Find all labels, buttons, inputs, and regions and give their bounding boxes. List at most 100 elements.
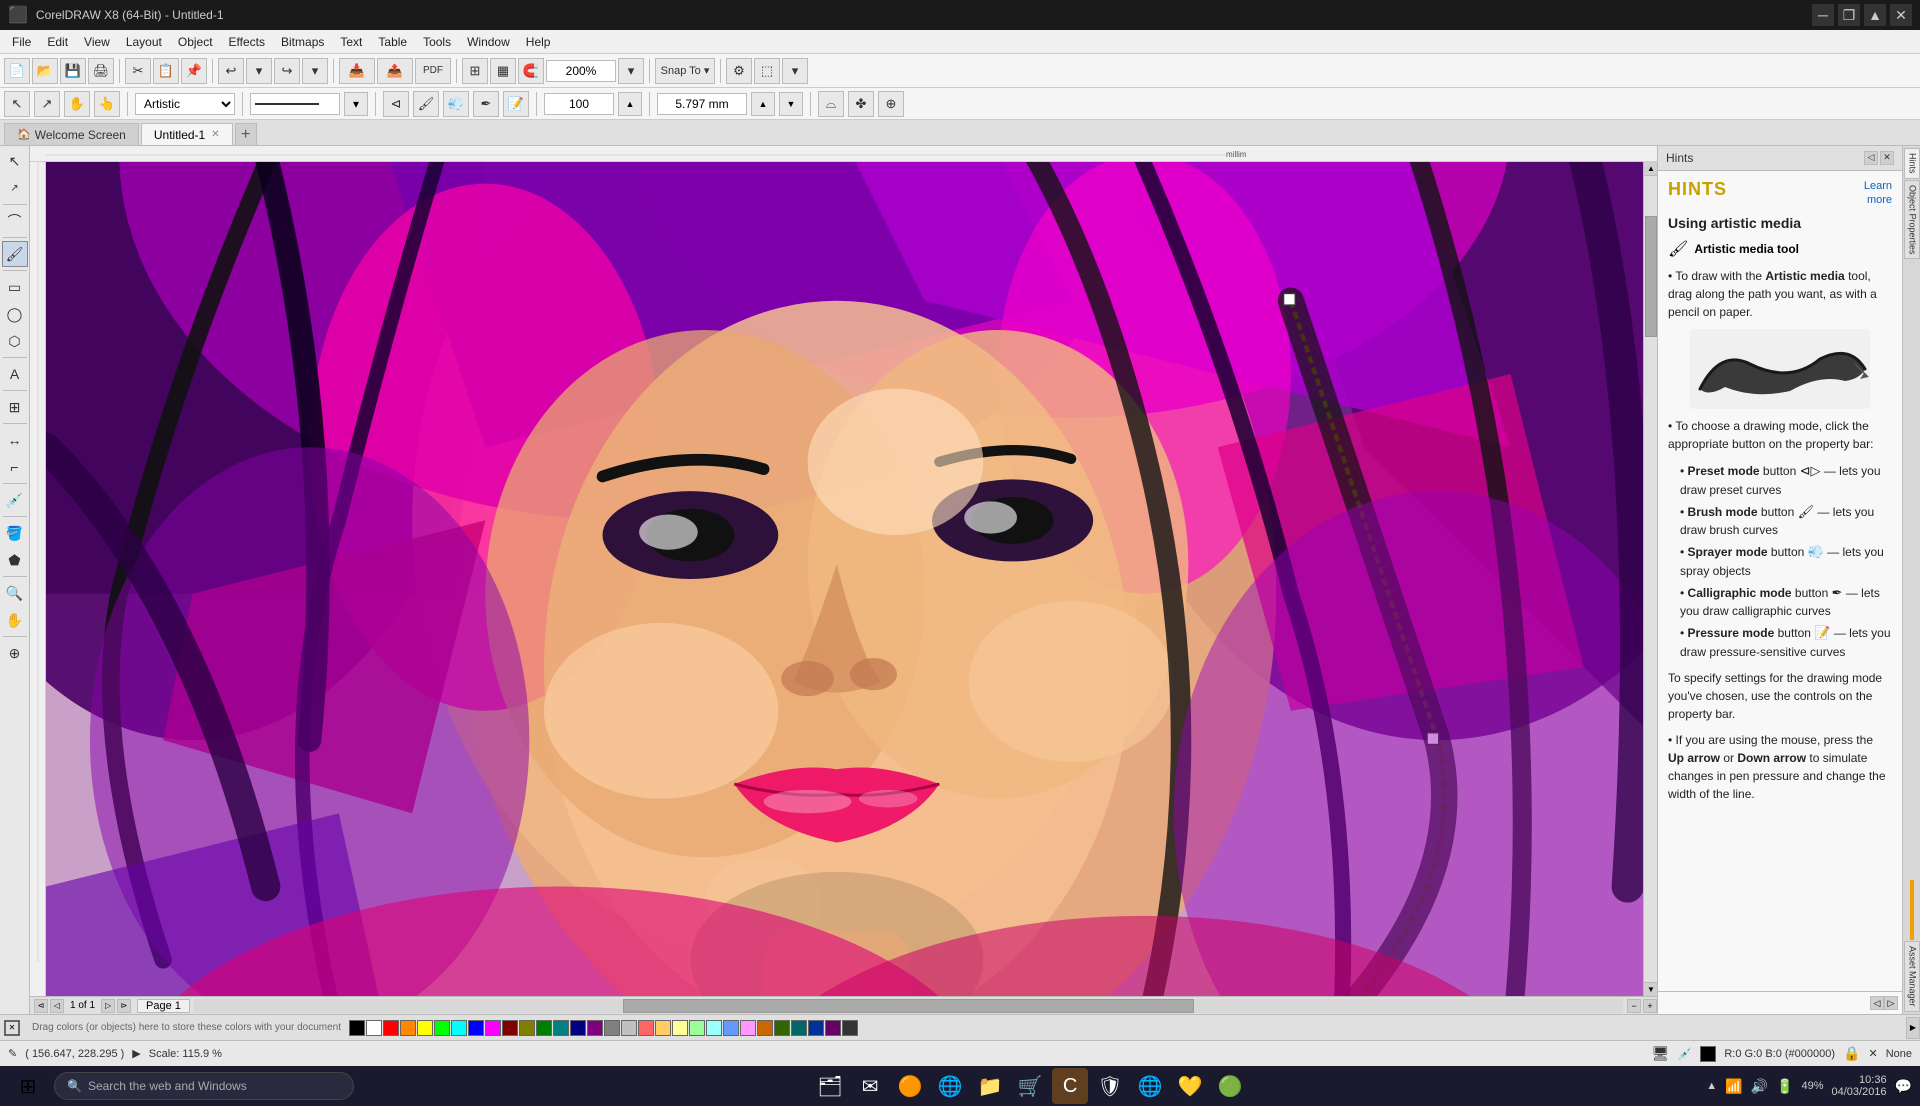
taskbar-store[interactable]: 🛒 — [1012, 1068, 1048, 1104]
palette-dark-green[interactable] — [774, 1020, 790, 1036]
hscroll-thumb[interactable] — [623, 999, 1195, 1013]
taskbar-files[interactable]: 📁 — [972, 1068, 1008, 1104]
last-page-btn[interactable]: ⊳ — [117, 999, 131, 1013]
add-tab-button[interactable]: + — [235, 123, 257, 145]
subselect-tool-btn[interactable]: ↗ — [34, 91, 60, 117]
size-up-btn[interactable]: ▲ — [618, 92, 642, 116]
restore-button[interactable]: ❐ — [1838, 4, 1860, 26]
asset-manager-tab-btn[interactable]: Asset Manager — [1904, 941, 1920, 1012]
add-tool[interactable]: ⊕ — [2, 640, 28, 666]
palette-black[interactable] — [349, 1020, 365, 1036]
mm-down-btn[interactable]: ▼ — [779, 92, 803, 116]
palette-light-magenta[interactable] — [740, 1020, 756, 1036]
taskbar-chrome[interactable]: 🌐 — [1132, 1068, 1168, 1104]
palette-red[interactable] — [383, 1020, 399, 1036]
close-button[interactable]: ✕ — [1890, 4, 1912, 26]
smooth-curves-btn[interactable]: ⌓ — [818, 91, 844, 117]
palette-light-orange[interactable] — [655, 1020, 671, 1036]
redo-button[interactable]: ↪ — [274, 58, 300, 84]
undo-button[interactable]: ↩ — [218, 58, 244, 84]
menu-view[interactable]: View — [76, 33, 118, 51]
volume-icon[interactable]: 🔊 — [1751, 1078, 1768, 1095]
no-fill-swatch[interactable]: ✕ — [4, 1020, 20, 1036]
palette-cyan[interactable] — [451, 1020, 467, 1036]
hints-close-btn[interactable]: ✕ — [1880, 151, 1894, 165]
tab-close-icon[interactable]: ✕ — [211, 129, 219, 140]
ellipse-tool[interactable]: ◯ — [2, 301, 28, 327]
tab-welcome[interactable]: 🏠 Welcome Screen — [4, 123, 139, 145]
hints-learn-more-link[interactable]: Learn more — [1864, 179, 1892, 208]
freehand-pick-tool[interactable]: ↗ — [2, 175, 28, 201]
calligraphic-mode-btn[interactable]: ✒ — [473, 91, 499, 117]
edit-pencil-icon[interactable]: ✎ — [8, 1047, 17, 1060]
hints-next-btn[interactable]: ▷ — [1884, 996, 1898, 1010]
menu-window[interactable]: Window — [459, 33, 518, 51]
hints-float-btn[interactable]: ◁ — [1864, 151, 1878, 165]
palette-brown[interactable] — [757, 1020, 773, 1036]
copy-button[interactable]: 📋 — [153, 58, 179, 84]
taskbar-app-yellow[interactable]: 💛 — [1172, 1068, 1208, 1104]
start-button[interactable]: ⊞ — [8, 1070, 48, 1102]
size-input[interactable] — [544, 93, 614, 115]
smart-fill-tool[interactable]: ⬟ — [2, 547, 28, 573]
palette-yellow[interactable] — [417, 1020, 433, 1036]
palette-navy[interactable] — [570, 1020, 586, 1036]
palette-white[interactable] — [366, 1020, 382, 1036]
display-button[interactable]: ⬚ — [754, 58, 780, 84]
palette-olive[interactable] — [519, 1020, 535, 1036]
palette-teal[interactable] — [553, 1020, 569, 1036]
taskbar-antivirus[interactable]: 🛡 — [1092, 1068, 1128, 1104]
first-page-btn[interactable]: ⊲ — [34, 999, 48, 1013]
taskbar-task-view[interactable]: 🗂 — [812, 1068, 848, 1104]
new-button[interactable]: 📄 — [4, 58, 30, 84]
taskbar-app-green[interactable]: 🟢 — [1212, 1068, 1248, 1104]
network-icon[interactable]: 📶 — [1725, 1078, 1742, 1095]
menu-effects[interactable]: Effects — [221, 33, 273, 51]
palette-magenta[interactable] — [485, 1020, 501, 1036]
taskbar-mail[interactable]: ✉ — [852, 1068, 888, 1104]
palette-green[interactable] — [536, 1020, 552, 1036]
taskbar-app-orange[interactable]: 🟠 — [892, 1068, 928, 1104]
print-button[interactable]: 🖨 — [88, 58, 114, 84]
minimize-button[interactable]: ─ — [1812, 4, 1834, 26]
expand-icon[interactable]: ▶ — [132, 1047, 140, 1060]
hints-prev-btn[interactable]: ◁ — [1870, 996, 1884, 1010]
export-button[interactable]: 📤 — [377, 58, 413, 84]
maximize-button[interactable]: ▲ — [1864, 4, 1886, 26]
menu-file[interactable]: File — [4, 33, 39, 51]
menu-bitmaps[interactable]: Bitmaps — [273, 33, 332, 51]
menu-layout[interactable]: Layout — [118, 33, 170, 51]
zoom-input[interactable] — [546, 60, 616, 82]
tab-untitled[interactable]: Untitled-1 ✕ — [141, 123, 233, 145]
export-pdf-button[interactable]: PDF — [415, 58, 451, 84]
connector-tool[interactable]: ⌐ — [2, 454, 28, 480]
pan-tool[interactable]: ✋ — [2, 607, 28, 633]
preset-mode-btn[interactable]: ⊲ — [383, 91, 409, 117]
menu-table[interactable]: Table — [370, 33, 415, 51]
vscroll-down-btn[interactable]: ▼ — [1644, 982, 1657, 996]
prev-page-btn[interactable]: ◁ — [50, 999, 64, 1013]
transform-btn[interactable]: ✤ — [848, 91, 874, 117]
battery-indicator[interactable]: 🔋 — [1776, 1078, 1793, 1095]
stroke-preview[interactable] — [250, 93, 340, 115]
palette-silver[interactable] — [621, 1020, 637, 1036]
zoom-tool[interactable]: 🔍 — [2, 580, 28, 606]
search-bar[interactable]: 🔍 Search the web and Windows — [54, 1072, 354, 1100]
hscroll-track[interactable] — [194, 999, 1623, 1013]
canvas-area[interactable]: ▲ ▼ — [46, 162, 1657, 996]
palette-scroll-right[interactable]: ▶ — [1906, 1017, 1920, 1039]
palette-light-red[interactable] — [638, 1020, 654, 1036]
palette-dark-gray[interactable] — [842, 1020, 858, 1036]
taskbar-edge[interactable]: 🌐 — [932, 1068, 968, 1104]
zoom-in-btn[interactable]: + — [1643, 999, 1657, 1013]
palette-orange[interactable] — [400, 1020, 416, 1036]
fill-tool[interactable]: 🪣 — [2, 520, 28, 546]
rectangle-tool[interactable]: ▭ — [2, 274, 28, 300]
clock[interactable]: 10:36 04/03/2016 — [1832, 1074, 1887, 1098]
palette-dark-blue[interactable] — [808, 1020, 824, 1036]
sprayer-mode-btn[interactable]: 💨 — [443, 91, 469, 117]
selection-tool-btn[interactable]: ↖ — [4, 91, 30, 117]
import-button[interactable]: 📥 — [339, 58, 375, 84]
notification-icon[interactable]: 💬 — [1895, 1078, 1912, 1095]
undo-dropdown[interactable]: ▾ — [246, 58, 272, 84]
